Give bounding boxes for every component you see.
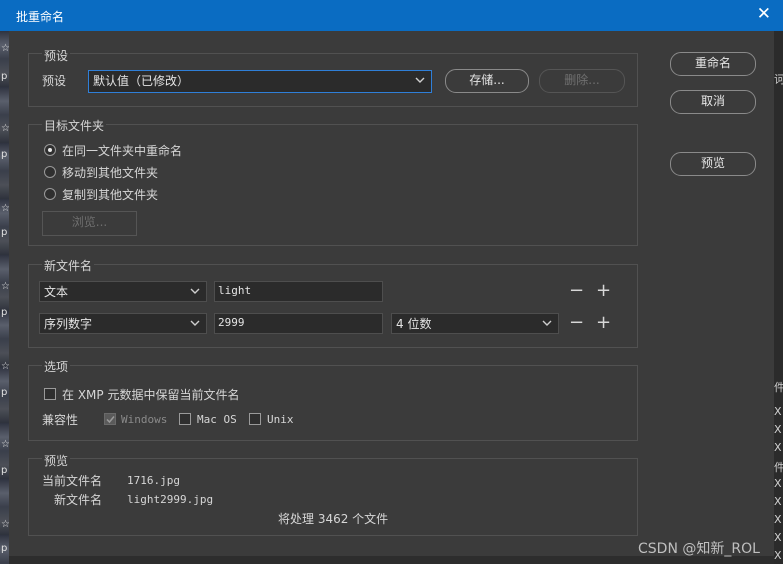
close-icon[interactable]: ✕ bbox=[757, 4, 771, 24]
add-row-button[interactable]: + bbox=[596, 282, 611, 300]
background-glyph: p bbox=[1, 307, 8, 318]
background-glyph: 件 bbox=[774, 381, 783, 394]
filename-part-type-value: 文本 bbox=[44, 285, 69, 299]
new-filename-label: 新文件名 bbox=[54, 493, 103, 507]
checkmark-icon bbox=[106, 416, 115, 424]
presets-group-label: 预设 bbox=[42, 47, 71, 64]
preset-select[interactable]: 默认值（已修改） bbox=[88, 70, 432, 93]
background-glyph: p bbox=[1, 227, 8, 238]
windows-label: Windows bbox=[121, 413, 168, 426]
background-glyph: X bbox=[774, 531, 782, 544]
remove-row-button[interactable]: − bbox=[569, 282, 584, 300]
background-glyph: ☆ bbox=[1, 123, 9, 134]
radio-move-folder-label: 移动到其他文件夹 bbox=[62, 166, 159, 180]
background-glyph: p bbox=[1, 543, 8, 554]
cancel-button[interactable]: 取消 bbox=[670, 90, 756, 114]
preview-group-label: 预览 bbox=[42, 452, 71, 469]
options-group bbox=[28, 365, 638, 441]
preview-button[interactable]: 预览 bbox=[670, 152, 756, 176]
filename-part-type-select[interactable]: 序列数字 bbox=[39, 313, 207, 334]
background-glyph: 件 bbox=[774, 461, 783, 474]
chevron-down-icon bbox=[190, 320, 200, 326]
add-row-button[interactable]: + bbox=[596, 314, 611, 332]
digits-select[interactable]: 4 位数 bbox=[391, 313, 559, 334]
background-glyph: X bbox=[774, 441, 782, 454]
background-glyph: ☆ bbox=[1, 203, 9, 214]
unix-label: Unix bbox=[267, 413, 294, 426]
compatibility-label: 兼容性 bbox=[42, 413, 79, 427]
radio-move-folder[interactable] bbox=[44, 166, 56, 178]
delete-preset-button[interactable]: 删除... bbox=[539, 69, 625, 93]
chevron-down-icon bbox=[542, 320, 552, 326]
save-preset-button[interactable]: 存储... bbox=[445, 69, 529, 93]
background-glyph: 诃 bbox=[774, 73, 783, 86]
windows-checkbox[interactable] bbox=[104, 413, 116, 425]
chevron-down-icon bbox=[190, 288, 200, 294]
preset-field-label: 预设 bbox=[42, 74, 67, 88]
radio-copy-folder-label: 复制到其他文件夹 bbox=[62, 188, 159, 202]
background-glyph: X bbox=[774, 549, 782, 562]
background-thumbnail-strip: ☆ p ☆ p ☆ p ☆ p ☆ p ☆ p ☆ p bbox=[0, 31, 9, 564]
preset-select-value: 默认值（已修改） bbox=[93, 74, 190, 88]
rename-button[interactable]: 重命名 bbox=[670, 52, 756, 76]
background-glyph: ☆ bbox=[1, 43, 9, 54]
background-glyph: p bbox=[1, 149, 8, 160]
radio-same-folder-label: 在同一文件夹中重命名 bbox=[62, 144, 183, 158]
background-glyph: X bbox=[774, 513, 782, 526]
new-filename-group-label: 新文件名 bbox=[42, 257, 95, 274]
process-summary: 将处理 3462 个文件 bbox=[278, 512, 389, 526]
background-glyph: X bbox=[774, 495, 782, 508]
filename-text-input[interactable]: light bbox=[214, 281, 383, 302]
current-filename-label: 当前文件名 bbox=[42, 474, 103, 488]
radio-copy-folder[interactable] bbox=[44, 188, 56, 200]
window-title: 批重命名 bbox=[16, 10, 65, 24]
remove-row-button[interactable]: − bbox=[569, 314, 584, 332]
preserve-filename-checkbox[interactable] bbox=[44, 388, 56, 400]
background-glyph: X bbox=[774, 423, 782, 436]
current-filename-value: 1716.jpg bbox=[127, 474, 180, 487]
macos-label: Mac OS bbox=[197, 413, 237, 426]
background-glyph: X bbox=[774, 477, 782, 490]
new-filename-value: light2999.jpg bbox=[127, 493, 214, 506]
options-group-label: 选项 bbox=[42, 358, 71, 375]
filename-part-type-value: 序列数字 bbox=[44, 317, 93, 331]
background-glyph: ☆ bbox=[1, 361, 9, 372]
radio-same-folder[interactable] bbox=[44, 144, 56, 156]
destination-group-label: 目标文件夹 bbox=[42, 117, 107, 134]
watermark: CSDN @知新_ROL bbox=[638, 541, 760, 557]
background-glyph: ☆ bbox=[1, 519, 9, 530]
digits-select-value: 4 位数 bbox=[396, 317, 432, 331]
background-glyph: ☆ bbox=[1, 281, 9, 292]
title-bar bbox=[0, 0, 783, 31]
preserve-filename-label: 在 XMP 元数据中保留当前文件名 bbox=[62, 388, 240, 402]
macos-checkbox[interactable] bbox=[179, 413, 191, 425]
background-glyph: ☆ bbox=[1, 439, 9, 450]
background-file-list-strip: 诃 件 X X X 件 X X X X X bbox=[774, 31, 783, 564]
browse-button[interactable]: 浏览... bbox=[42, 211, 137, 236]
filename-part-type-select[interactable]: 文本 bbox=[39, 281, 207, 302]
new-filename-group bbox=[28, 264, 638, 348]
background-glyph: p bbox=[1, 71, 8, 82]
sequence-start-input[interactable]: 2999 bbox=[214, 313, 383, 334]
unix-checkbox[interactable] bbox=[249, 413, 261, 425]
background-glyph: X bbox=[774, 405, 782, 418]
background-glyph: p bbox=[1, 387, 8, 398]
chevron-down-icon bbox=[415, 77, 425, 83]
background-glyph: p bbox=[1, 465, 8, 476]
